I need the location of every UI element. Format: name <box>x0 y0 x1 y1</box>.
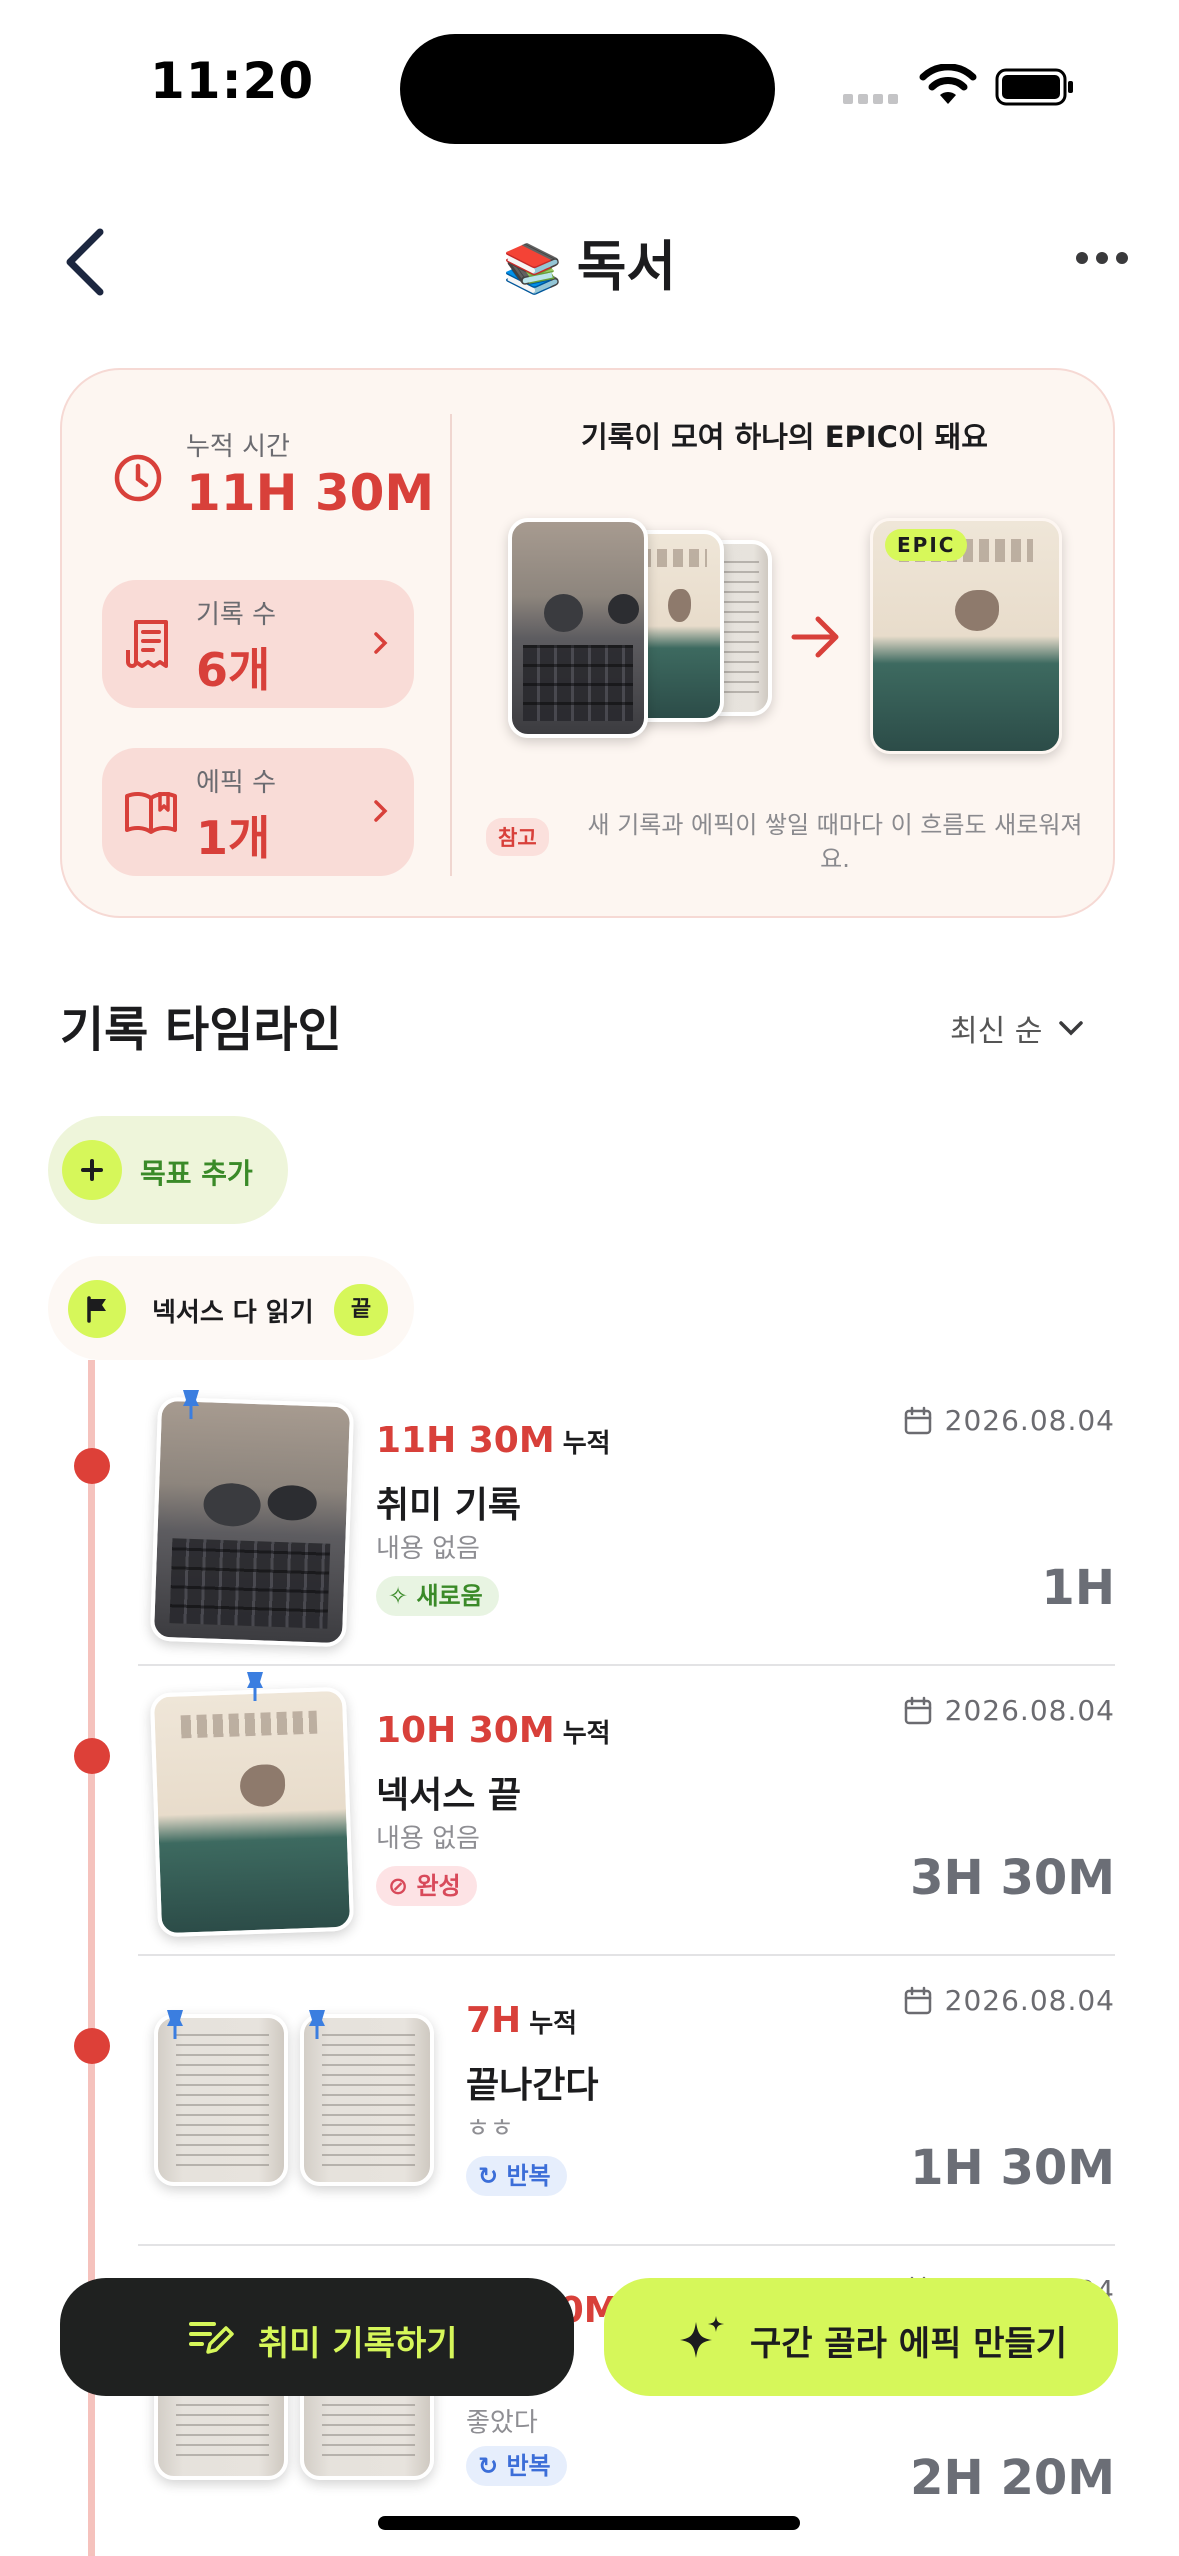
epic-tag: EPIC <box>885 529 968 561</box>
cellular-signal-icon <box>843 94 898 104</box>
plus-icon <box>62 1140 122 1200</box>
epics-count-label: 에픽 수 <box>196 768 277 798</box>
entry-cumulative-suffix: 누적 <box>562 1429 611 1459</box>
timeline-entry[interactable]: 7H 누적 끝나간다 ㅎㅎ ↻ 반복 2026.08.04 1H 30M <box>138 1956 1115 2246</box>
record-hobby-label: 취미 기록하기 <box>258 2324 458 2364</box>
entry-cumulative: 11H 30M 누적 <box>376 1420 611 1461</box>
pin-icon <box>167 2010 183 2039</box>
calendar-icon <box>904 1696 931 1724</box>
entry-cumulative-suffix: 누적 <box>562 1719 611 1749</box>
goal-chip[interactable]: 넥서스 다 읽기 끝 <box>48 1256 414 1360</box>
timeline-dot <box>74 2028 110 2064</box>
records-count-label: 기록 수 <box>196 600 277 630</box>
entry-cumulative-value: 10H 30M <box>376 1710 555 1751</box>
pin-icon <box>183 1390 199 1419</box>
entry-date: 2026.08.04 <box>903 1694 1115 1727</box>
entry-date: 2026.08.04 <box>903 1984 1115 2017</box>
dynamic-island <box>400 34 775 144</box>
note-text: 새 기록과 에픽이 쌓일 때마다 이 흐름도 새로워져요. <box>587 811 1083 873</box>
entry-photo <box>149 1396 355 1648</box>
sort-dropdown[interactable]: 최신 순 <box>950 1006 1086 1050</box>
entry-date: 2026.08.04 <box>903 1404 1115 1437</box>
entry-cumulative-value: 11H 30M <box>376 1420 555 1461</box>
cumulative-time-label: 누적 시간 <box>186 432 290 462</box>
flag-icon <box>68 1280 126 1338</box>
epics-count-value: 1개 <box>196 811 271 865</box>
entry-photo <box>149 1686 355 1938</box>
entry-description: 내용 없음 <box>376 1534 480 1564</box>
record-photo-thumbnail <box>508 518 648 738</box>
entry-date-text: 2026.08.04 <box>944 1984 1115 2017</box>
calendar-icon <box>904 1986 931 2014</box>
timeline-entry[interactable]: 11H 30M 누적 취미 기록 내용 없음 ✧ 새로움 2026.08.04 1… <box>138 1376 1115 1666</box>
timeline-dot <box>74 1738 110 1774</box>
entry-title: 넥서스 끝 <box>376 1775 522 1816</box>
entry-badge-label: 새로움 <box>416 1582 483 1610</box>
status-time: 11:20 <box>150 52 315 110</box>
entry-title: 끝나간다 <box>466 2065 599 2106</box>
epic-flow-headline: 기록이 모여 하나의 EPIC이 돼요 <box>580 420 988 454</box>
record-hobby-button[interactable]: 취미 기록하기 <box>60 2278 574 2396</box>
goal-label: 넥서스 다 읽기 <box>152 1298 314 1328</box>
timeline-dot <box>74 1448 110 1484</box>
wifi-icon <box>919 64 977 104</box>
entry-cumulative: 7H 누적 <box>466 2000 577 2041</box>
entry-date-text: 2026.08.04 <box>944 1404 1115 1437</box>
goal-end-badge: 끝 <box>334 1284 388 1336</box>
entry-badge: ⊘ 완성 <box>376 1866 477 1906</box>
pin-icon <box>247 1672 263 1701</box>
create-epic-label: 구간 골라 에픽 만들기 <box>750 2324 1068 2364</box>
entry-duration: 2H 20M <box>910 2450 1115 2506</box>
entry-description: 좋았다 <box>466 2408 538 2438</box>
entry-cumulative-value: 7H <box>466 2000 522 2041</box>
summary-card: 누적 시간 11H 30M 기록 수 6개 에픽 수 1개 기록이 모여 하나의… <box>60 368 1115 918</box>
entry-badge-label: 완성 <box>416 1872 461 1900</box>
chevron-right-icon <box>374 800 388 822</box>
records-count-button[interactable]: 기록 수 6개 <box>102 580 414 708</box>
pin-icon <box>309 2010 325 2039</box>
epic-photo-thumbnail: EPIC <box>870 518 1062 754</box>
entry-badge-label: 반복 <box>506 2452 551 2480</box>
sort-label: 최신 순 <box>950 1014 1043 1049</box>
entry-badge-label: 반복 <box>506 2162 551 2190</box>
entry-duration: 3H 30M <box>910 1850 1115 1906</box>
entry-description: 내용 없음 <box>376 1824 480 1854</box>
create-epic-button[interactable]: 구간 골라 에픽 만들기 <box>604 2278 1118 2396</box>
calendar-icon <box>904 1406 931 1434</box>
page-title-text: 독서 <box>576 235 677 298</box>
entry-cumulative: 10H 30M 누적 <box>376 1710 611 1751</box>
entry-duration: 1H <box>1041 1560 1115 1616</box>
entry-date-text: 2026.08.04 <box>944 1694 1115 1727</box>
card-divider <box>450 414 452 876</box>
entry-badge: ↻ 반복 <box>466 2446 567 2486</box>
add-goal-label: 목표 추가 <box>140 1157 253 1190</box>
chevron-right-icon <box>374 632 388 654</box>
note-badge: 참고 <box>486 818 549 856</box>
entry-description: ㅎㅎ <box>466 2114 514 2144</box>
records-count-value: 6개 <box>196 643 271 697</box>
clock-icon <box>114 454 162 502</box>
page-title: 📚 독서 <box>0 222 1179 301</box>
entry-badge: ✧ 새로움 <box>376 1576 499 1616</box>
arrow-right-icon <box>791 616 839 658</box>
books-emoji-icon: 📚 <box>502 241 563 297</box>
sparkles-icon <box>680 2316 724 2358</box>
chevron-down-icon <box>1059 1021 1084 1036</box>
cumulative-time-value: 11H 30M <box>186 464 435 522</box>
timeline-title: 기록 타임라인 <box>60 1002 342 1058</box>
add-goal-button[interactable]: 목표 추가 <box>48 1116 288 1224</box>
open-book-icon <box>125 791 177 834</box>
timeline-entry[interactable]: 10H 30M 누적 넥서스 끝 내용 없음 ⊘ 완성 2026.08.04 3H… <box>138 1666 1115 1956</box>
more-options-button[interactable] <box>1076 240 1130 276</box>
receipt-icon <box>126 620 168 668</box>
entry-badge: ↻ 반복 <box>466 2156 567 2196</box>
entry-duration: 1H 30M <box>910 2140 1115 2196</box>
battery-icon <box>995 68 1073 106</box>
entry-title: 취미 기록 <box>376 1485 522 1526</box>
entry-cumulative-suffix: 누적 <box>529 2009 578 2039</box>
home-indicator <box>378 2516 800 2530</box>
epics-count-button[interactable]: 에픽 수 1개 <box>102 748 414 876</box>
write-note-icon <box>189 2322 234 2354</box>
